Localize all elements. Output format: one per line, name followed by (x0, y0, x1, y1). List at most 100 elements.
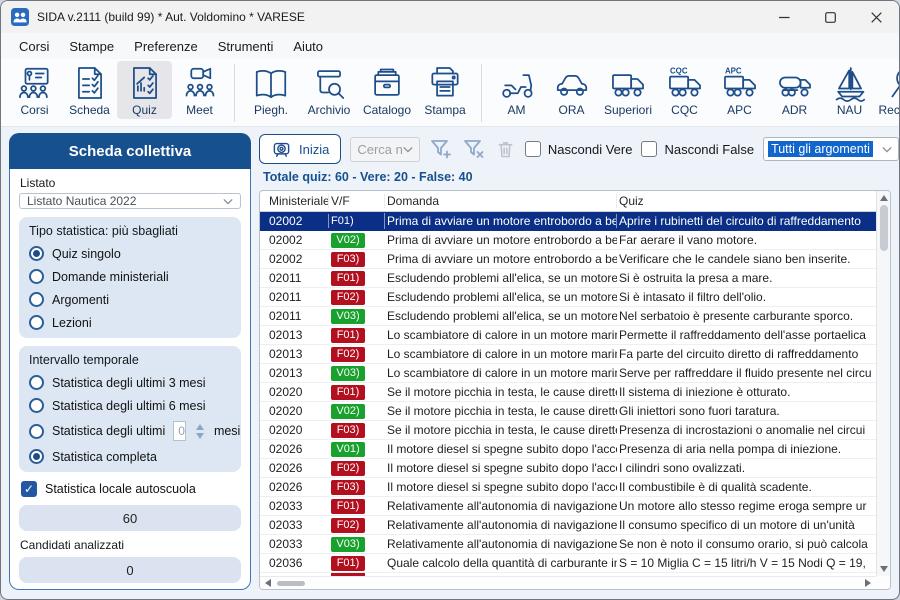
delete-button[interactable] (495, 139, 516, 160)
vertical-scroll-thumb[interactable] (880, 205, 888, 251)
stepper-down-icon[interactable] (196, 433, 204, 439)
checkbox-unchecked-icon[interactable] (641, 141, 657, 157)
tool-am[interactable]: AM (489, 61, 544, 119)
table-row[interactable]: 02013 F01) Lo scambiatore di calore in u… (260, 326, 876, 345)
table-row[interactable]: 02011 F01) Escludendo problemi all'elica… (260, 269, 876, 288)
radio-argomenti[interactable]: Argomenti (29, 292, 231, 307)
radio-icon[interactable] (29, 246, 44, 261)
tool-archivio[interactable]: Archivio (300, 61, 358, 119)
menu-item[interactable]: Corsi (9, 36, 59, 57)
open-book-icon (252, 64, 290, 102)
tool-catalogo[interactable]: Catalogo (358, 61, 416, 119)
table-row[interactable]: 02026 F03) Il motore diesel si spegne su… (260, 478, 876, 497)
table-row[interactable]: 02026 F02) Il motore diesel si spegne su… (260, 459, 876, 478)
column-header-vf[interactable]: V/F (329, 194, 385, 208)
tool-stampa[interactable]: Stampa (416, 61, 474, 119)
menu-item[interactable]: Aiuto (283, 36, 333, 57)
tool-cqc[interactable]: CQC CQC (657, 61, 712, 119)
checkbox-checked-icon[interactable]: ✓ (21, 481, 37, 497)
close-button[interactable] (853, 1, 899, 33)
tool-nau[interactable]: NAU (822, 61, 877, 119)
radio-domande-ministeriali[interactable]: Domande ministeriali (29, 269, 231, 284)
maximize-button[interactable] (807, 1, 853, 33)
table-row[interactable]: 02011 F02) Escludendo problemi all'elica… (260, 288, 876, 307)
cell-quiz: Presenza di incrostazioni o anomalie nel… (617, 423, 876, 437)
radio-icon[interactable] (29, 269, 44, 284)
column-header-domanda[interactable]: Domanda (385, 194, 617, 208)
table-row[interactable]: 02002 F03) Prima di avviare un motore en… (260, 250, 876, 269)
tool-scheda[interactable]: Scheda (62, 61, 117, 119)
radio-ultimi-n-mesi[interactable]: Statistica degli ultimi 0 mesi (29, 421, 231, 441)
table-row[interactable]: 02033 V03) Relativamente all'autonomia d… (260, 535, 876, 554)
apc-badge-text: APC (724, 67, 741, 76)
app-logo-icon (11, 8, 29, 26)
table-row[interactable]: 02013 F02) Lo scambiatore di calore in u… (260, 345, 876, 364)
tool-recupero[interactable]: Recupero (877, 61, 899, 119)
radio-icon[interactable] (29, 315, 44, 330)
tool-meet[interactable]: Meet (172, 61, 227, 119)
tool-adr[interactable]: ADR (767, 61, 822, 119)
months-stepper[interactable] (196, 424, 204, 439)
table-row[interactable]: 02033 F02) Relativamente all'autonomia d… (260, 516, 876, 535)
checkbox-unchecked-icon[interactable] (525, 141, 541, 157)
truck-icon (609, 64, 647, 102)
table-row[interactable]: 02002 V02) Prima di avviare un motore en… (260, 231, 876, 250)
radio-icon[interactable] (29, 398, 44, 413)
table-row[interactable]: 02033 F01) Relativamente all'autonomia d… (260, 497, 876, 516)
statistica-locale-checkbox-row[interactable]: ✓ Statistica locale autoscuola (21, 481, 239, 497)
cell-quiz: S = 10 Miglia C = 15 litri/h V = 15 Nodi… (617, 556, 876, 570)
filter-clear-button[interactable] (462, 137, 486, 161)
scroll-left-icon[interactable] (265, 579, 271, 587)
table-row[interactable]: 02013 V03) Lo scambiatore di calore in u… (260, 364, 876, 383)
table-row[interactable]: 02036 F01) Quale calcolo della quantità … (260, 554, 876, 573)
column-header-ministeriale[interactable]: Ministeriale (267, 194, 329, 208)
minimize-button[interactable] (761, 1, 807, 33)
menu-item[interactable]: Strumenti (208, 36, 284, 57)
radio-icon[interactable] (29, 292, 44, 307)
radio-icon[interactable] (29, 424, 44, 439)
intervallo-title: Intervallo temporale (29, 353, 233, 367)
table-row[interactable]: 02011 V03) Escludendo problemi all'elica… (260, 307, 876, 326)
table-row[interactable]: 02002 F01) Prima di avviare un motore en… (260, 212, 876, 231)
tool-corsi[interactable]: Corsi (7, 61, 62, 119)
radio-statistica-completa[interactable]: Statistica completa (29, 449, 231, 464)
tool-label: Superiori (604, 103, 652, 117)
radio-icon[interactable] (29, 375, 44, 390)
listato-select[interactable]: Listato Nautica 2022 (19, 193, 241, 209)
inizia-button[interactable]: Inizia (259, 134, 341, 164)
table-row[interactable]: 02026 V01) Il motore diesel si spegne su… (260, 440, 876, 459)
vertical-scrollbar[interactable] (876, 191, 890, 576)
menu-item[interactable]: Preferenze (124, 36, 208, 57)
table-row[interactable]: 02020 F01) Se il motore picchia in testa… (260, 383, 876, 402)
printer-icon (426, 64, 464, 102)
horizontal-scroll-thumb[interactable] (277, 581, 305, 586)
tool-quiz[interactable]: Quiz (117, 61, 172, 119)
scroll-right-icon[interactable] (865, 579, 871, 587)
radio-ultimi-3-mesi[interactable]: Statistica degli ultimi 3 mesi (29, 375, 231, 390)
vf-badge: F02) (331, 461, 365, 476)
scroll-up-icon[interactable] (880, 195, 888, 201)
radio-quiz-singolo[interactable]: Quiz singolo (29, 246, 231, 261)
tool-apc[interactable]: APC APC (712, 61, 767, 119)
tool-superiori[interactable]: Superiori (599, 61, 657, 119)
horizontal-scrollbar[interactable] (260, 576, 876, 589)
cell-domanda: Prima di avviare un motore entrobordo a … (385, 233, 617, 247)
radio-lezioni[interactable]: Lezioni (29, 315, 231, 330)
column-header-quiz[interactable]: Quiz (617, 194, 876, 208)
radio-icon[interactable] (29, 449, 44, 464)
months-input[interactable]: 0 (173, 421, 186, 441)
argomenti-select[interactable]: Tutti gli argomenti (763, 137, 899, 161)
stepper-up-icon[interactable] (196, 424, 204, 430)
search-combo[interactable]: Cerca n (350, 137, 420, 162)
table-row[interactable]: 02020 F03) Se il motore picchia in testa… (260, 421, 876, 440)
nascondi-vere-checkbox-row[interactable]: Nascondi Vere (525, 141, 633, 157)
nascondi-false-checkbox-row[interactable]: Nascondi False (641, 141, 754, 157)
trash-icon (495, 139, 516, 160)
radio-ultimi-6-mesi[interactable]: Statistica degli ultimi 6 mesi (29, 398, 231, 413)
scroll-down-icon[interactable] (880, 566, 888, 572)
tool-pieghevole[interactable]: Piegh. (242, 61, 300, 119)
tool-ora[interactable]: ORA (544, 61, 599, 119)
menu-item[interactable]: Stampe (59, 36, 124, 57)
table-row[interactable]: 02020 V02) Se il motore picchia in testa… (260, 402, 876, 421)
filter-add-button[interactable] (429, 137, 453, 161)
